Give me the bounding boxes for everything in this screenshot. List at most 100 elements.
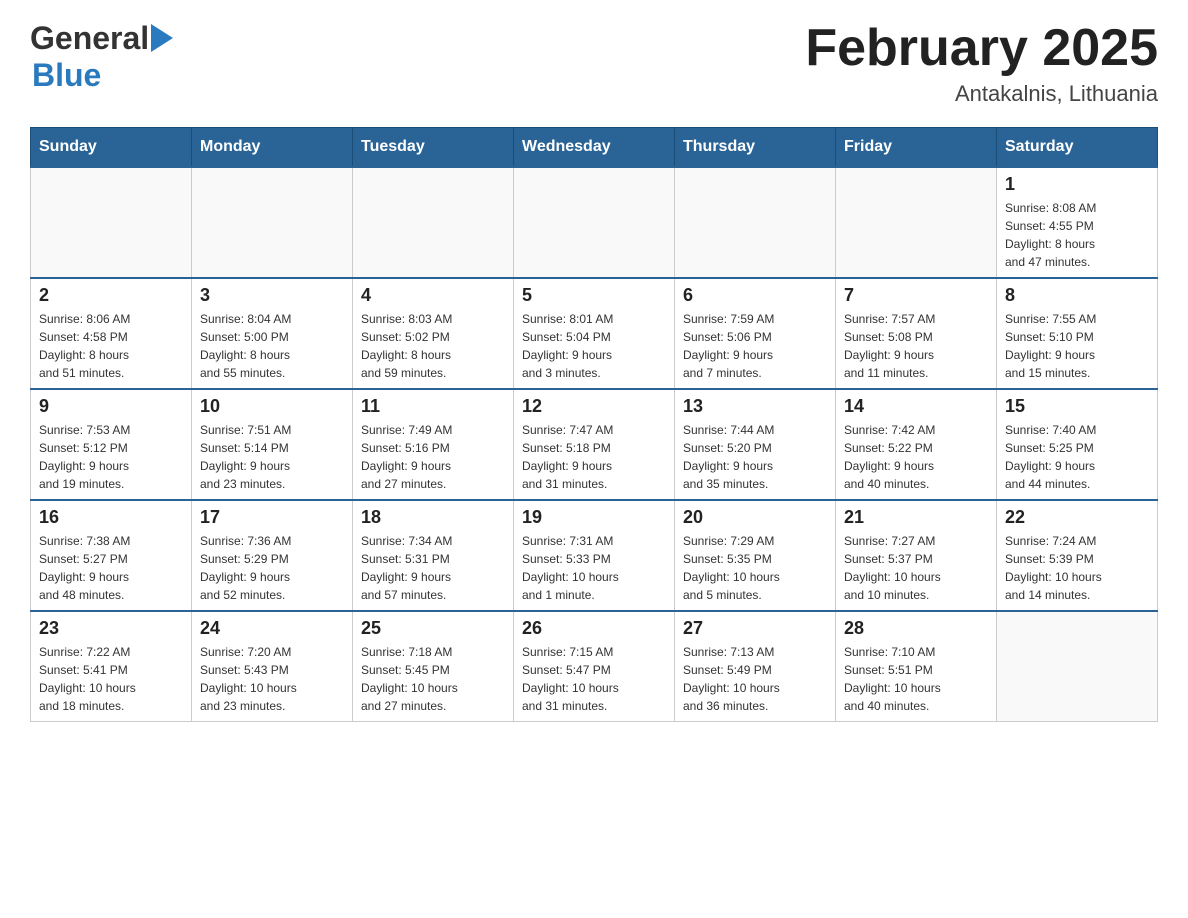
day-info: Sunrise: 7:42 AMSunset: 5:22 PMDaylight:… bbox=[844, 421, 988, 493]
day-info: Sunrise: 7:10 AMSunset: 5:51 PMDaylight:… bbox=[844, 643, 988, 715]
day-info: Sunrise: 7:49 AMSunset: 5:16 PMDaylight:… bbox=[361, 421, 505, 493]
day-number: 11 bbox=[361, 396, 505, 417]
day-number: 26 bbox=[522, 618, 666, 639]
table-row: 12 Sunrise: 7:47 AMSunset: 5:18 PMDayligh… bbox=[514, 389, 675, 500]
day-info: Sunrise: 7:38 AMSunset: 5:27 PMDaylight:… bbox=[39, 532, 183, 604]
logo: General Blue bbox=[30, 20, 173, 94]
calendar-week-row: 16 Sunrise: 7:38 AMSunset: 5:27 PMDayligh… bbox=[31, 500, 1158, 611]
table-row: 15 Sunrise: 7:40 AMSunset: 5:25 PMDayligh… bbox=[997, 389, 1158, 500]
calendar-header-row: Sunday Monday Tuesday Wednesday Thursday… bbox=[31, 128, 1158, 168]
day-info: Sunrise: 7:20 AMSunset: 5:43 PMDaylight:… bbox=[200, 643, 344, 715]
day-info: Sunrise: 8:03 AMSunset: 5:02 PMDaylight:… bbox=[361, 310, 505, 382]
calendar-week-row: 2 Sunrise: 8:06 AMSunset: 4:58 PMDaylight… bbox=[31, 278, 1158, 389]
table-row bbox=[675, 167, 836, 278]
table-row: 22 Sunrise: 7:24 AMSunset: 5:39 PMDayligh… bbox=[997, 500, 1158, 611]
day-number: 25 bbox=[361, 618, 505, 639]
table-row: 13Sunrise: 7:44 AMSunset: 5:20 PMDayligh… bbox=[675, 389, 836, 500]
col-sunday: Sunday bbox=[31, 128, 192, 168]
day-info: Sunrise: 7:47 AMSunset: 5:18 PMDaylight:… bbox=[522, 421, 666, 493]
day-number: 23 bbox=[39, 618, 183, 639]
day-number: 12 bbox=[522, 396, 666, 417]
table-row: 27 Sunrise: 7:13 AMSunset: 5:49 PMDayligh… bbox=[675, 611, 836, 722]
table-row: 24 Sunrise: 7:20 AMSunset: 5:43 PMDayligh… bbox=[192, 611, 353, 722]
day-info: Sunrise: 7:40 AMSunset: 5:25 PMDaylight:… bbox=[1005, 421, 1149, 493]
day-info: Sunrise: 7:15 AMSunset: 5:47 PMDaylight:… bbox=[522, 643, 666, 715]
day-number: 21 bbox=[844, 507, 988, 528]
table-row: 8 Sunrise: 7:55 AMSunset: 5:10 PMDaylight… bbox=[997, 278, 1158, 389]
table-row bbox=[31, 167, 192, 278]
col-tuesday: Tuesday bbox=[353, 128, 514, 168]
table-row: 10 Sunrise: 7:51 AMSunset: 5:14 PMDayligh… bbox=[192, 389, 353, 500]
calendar-table: Sunday Monday Tuesday Wednesday Thursday… bbox=[30, 127, 1158, 722]
day-info: Sunrise: 7:29 AMSunset: 5:35 PMDaylight:… bbox=[683, 532, 827, 604]
table-row: 25 Sunrise: 7:18 AMSunset: 5:45 PMDayligh… bbox=[353, 611, 514, 722]
calendar-week-row: 9 Sunrise: 7:53 AMSunset: 5:12 PMDaylight… bbox=[31, 389, 1158, 500]
day-number: 1 bbox=[1005, 174, 1149, 195]
day-number: 22 bbox=[1005, 507, 1149, 528]
day-info: Sunrise: 8:01 AMSunset: 5:04 PMDaylight:… bbox=[522, 310, 666, 382]
calendar-week-row: 1 Sunrise: 8:08 AMSunset: 4:55 PMDaylight… bbox=[31, 167, 1158, 278]
table-row bbox=[192, 167, 353, 278]
table-row: 14 Sunrise: 7:42 AMSunset: 5:22 PMDayligh… bbox=[836, 389, 997, 500]
col-monday: Monday bbox=[192, 128, 353, 168]
logo-triangle-icon bbox=[151, 24, 173, 57]
title-area: February 2025 Antakalnis, Lithuania bbox=[805, 20, 1158, 107]
table-row: 2 Sunrise: 8:06 AMSunset: 4:58 PMDaylight… bbox=[31, 278, 192, 389]
table-row: 11 Sunrise: 7:49 AMSunset: 5:16 PMDayligh… bbox=[353, 389, 514, 500]
table-row: 6 Sunrise: 7:59 AMSunset: 5:06 PMDaylight… bbox=[675, 278, 836, 389]
col-thursday: Thursday bbox=[675, 128, 836, 168]
day-number: 8 bbox=[1005, 285, 1149, 306]
table-row: 19Sunrise: 7:31 AMSunset: 5:33 PMDayligh… bbox=[514, 500, 675, 611]
calendar-week-row: 23 Sunrise: 7:22 AMSunset: 5:41 PMDayligh… bbox=[31, 611, 1158, 722]
day-number: 17 bbox=[200, 507, 344, 528]
table-row bbox=[836, 167, 997, 278]
day-number: 6 bbox=[683, 285, 827, 306]
day-info: Sunrise: 7:51 AMSunset: 5:14 PMDaylight:… bbox=[200, 421, 344, 493]
table-row: 20Sunrise: 7:29 AMSunset: 5:35 PMDayligh… bbox=[675, 500, 836, 611]
table-row: 9 Sunrise: 7:53 AMSunset: 5:12 PMDaylight… bbox=[31, 389, 192, 500]
table-row: 4 Sunrise: 8:03 AMSunset: 5:02 PMDaylight… bbox=[353, 278, 514, 389]
day-number: 9 bbox=[39, 396, 183, 417]
day-number: 15 bbox=[1005, 396, 1149, 417]
day-number: 4 bbox=[361, 285, 505, 306]
table-row: 26 Sunrise: 7:15 AMSunset: 5:47 PMDayligh… bbox=[514, 611, 675, 722]
table-row: 1 Sunrise: 8:08 AMSunset: 4:55 PMDaylight… bbox=[997, 167, 1158, 278]
day-info: Sunrise: 7:59 AMSunset: 5:06 PMDaylight:… bbox=[683, 310, 827, 382]
day-number: 7 bbox=[844, 285, 988, 306]
day-info: Sunrise: 7:13 AMSunset: 5:49 PMDaylight:… bbox=[683, 643, 827, 715]
logo-general-text: General bbox=[30, 20, 149, 57]
day-number: 14 bbox=[844, 396, 988, 417]
calendar-subtitle: Antakalnis, Lithuania bbox=[805, 81, 1158, 107]
logo-blue-text: Blue bbox=[32, 57, 101, 93]
day-info: Sunrise: 7:22 AMSunset: 5:41 PMDaylight:… bbox=[39, 643, 183, 715]
day-info: Sunrise: 7:53 AMSunset: 5:12 PMDaylight:… bbox=[39, 421, 183, 493]
day-number: 16 bbox=[39, 507, 183, 528]
day-number: 27 bbox=[683, 618, 827, 639]
col-wednesday: Wednesday bbox=[514, 128, 675, 168]
day-info: Sunrise: 7:36 AMSunset: 5:29 PMDaylight:… bbox=[200, 532, 344, 604]
table-row: 18 Sunrise: 7:34 AMSunset: 5:31 PMDayligh… bbox=[353, 500, 514, 611]
day-number: 3 bbox=[200, 285, 344, 306]
col-friday: Friday bbox=[836, 128, 997, 168]
table-row: 21 Sunrise: 7:27 AMSunset: 5:37 PMDayligh… bbox=[836, 500, 997, 611]
col-saturday: Saturday bbox=[997, 128, 1158, 168]
day-info: Sunrise: 7:57 AMSunset: 5:08 PMDaylight:… bbox=[844, 310, 988, 382]
table-row: 5Sunrise: 8:01 AMSunset: 5:04 PMDaylight… bbox=[514, 278, 675, 389]
day-number: 10 bbox=[200, 396, 344, 417]
table-row bbox=[997, 611, 1158, 722]
day-info: Sunrise: 7:27 AMSunset: 5:37 PMDaylight:… bbox=[844, 532, 988, 604]
day-info: Sunrise: 7:24 AMSunset: 5:39 PMDaylight:… bbox=[1005, 532, 1149, 604]
day-info: Sunrise: 7:18 AMSunset: 5:45 PMDaylight:… bbox=[361, 643, 505, 715]
day-number: 28 bbox=[844, 618, 988, 639]
day-info: Sunrise: 7:55 AMSunset: 5:10 PMDaylight:… bbox=[1005, 310, 1149, 382]
day-number: 13 bbox=[683, 396, 827, 417]
day-info: Sunrise: 8:08 AMSunset: 4:55 PMDaylight:… bbox=[1005, 199, 1149, 271]
day-info: Sunrise: 8:06 AMSunset: 4:58 PMDaylight:… bbox=[39, 310, 183, 382]
page-header: General Blue February 2025 Antakalnis, L… bbox=[30, 20, 1158, 107]
day-number: 2 bbox=[39, 285, 183, 306]
day-number: 18 bbox=[361, 507, 505, 528]
calendar-title: February 2025 bbox=[805, 20, 1158, 77]
day-number: 24 bbox=[200, 618, 344, 639]
day-number: 19 bbox=[522, 507, 666, 528]
day-info: Sunrise: 7:34 AMSunset: 5:31 PMDaylight:… bbox=[361, 532, 505, 604]
